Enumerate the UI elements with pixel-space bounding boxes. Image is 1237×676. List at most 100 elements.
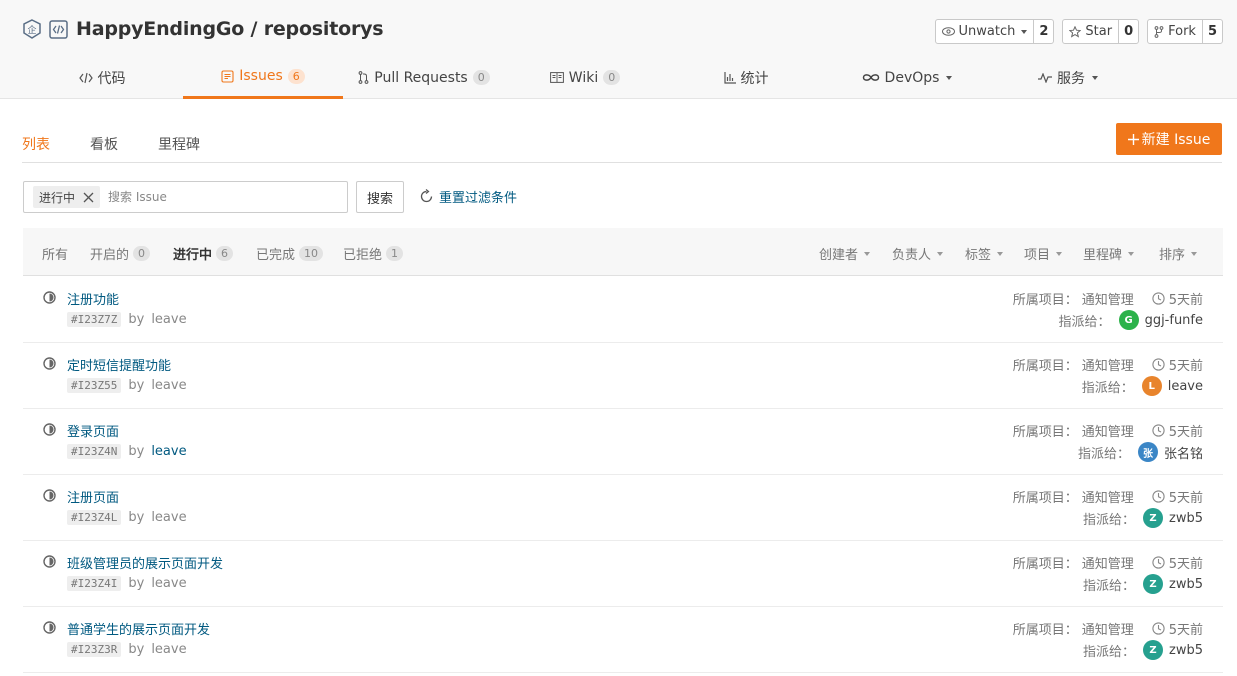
assignee-name[interactable]: leave [1168, 379, 1203, 394]
assignee-name[interactable]: 张名铭 [1164, 443, 1203, 462]
issue-assignee: 指派给： Lleave [1082, 376, 1203, 396]
filter-milestone-label: 里程碑 [1083, 248, 1123, 263]
tab-pull-requests[interactable]: Pull Requests 0 [344, 56, 504, 99]
tab-code[interactable]: 代码 [22, 56, 182, 99]
star-label-wrap: Star [1063, 20, 1120, 43]
tab-issues[interactable]: Issues 6 [183, 56, 343, 99]
issue-title[interactable]: 班级管理员的展示页面开发 [67, 553, 223, 572]
tab-services[interactable]: 服务 [988, 56, 1148, 99]
issue-project[interactable]: 通知管理 [1082, 355, 1134, 374]
issue-subnav: 列表 看板 里程碑 新建 Issue [22, 123, 1222, 163]
close-icon[interactable] [83, 192, 94, 203]
issue-title[interactable]: 普通学生的展示页面开发 [67, 619, 210, 638]
issue-row[interactable]: 登录页面 #I23Z4N by leave 所属项目： 通知管理 5天前 指派给： 张张名铭 [23, 409, 1223, 475]
issue-author[interactable]: leave [151, 444, 186, 459]
issue-project[interactable]: 通知管理 [1082, 553, 1134, 572]
fork-button[interactable]: Fork 5 [1147, 19, 1223, 44]
issue-meta: #I23Z55 by leave [67, 378, 187, 393]
avatar[interactable]: Z [1143, 574, 1164, 594]
assign-label: 指派给： [1077, 446, 1130, 462]
repo-title-row: 企 HappyEndingGo / repositorys [22, 18, 384, 40]
issue-id[interactable]: #I23Z55 [67, 378, 122, 393]
issue-id[interactable]: #I23Z7Z [67, 312, 122, 327]
repo-title[interactable]: HappyEndingGo / repositorys [76, 18, 384, 40]
issue-author[interactable]: leave [151, 642, 186, 657]
star-count[interactable]: 0 [1119, 20, 1138, 43]
issue-project-time: 所属项目： 通知管理 5天前 [1013, 355, 1203, 374]
avatar[interactable]: G [1118, 310, 1139, 330]
state-closed[interactable]: 已完成 10 [256, 244, 324, 263]
watch-count[interactable]: 2 [1034, 20, 1053, 43]
avatar[interactable]: Z [1143, 508, 1164, 528]
issue-id[interactable]: #I23Z4N [67, 444, 122, 459]
reset-filters-link[interactable]: 重置过滤条件 [419, 187, 517, 206]
new-issue-button[interactable]: 新建 Issue [1116, 123, 1222, 155]
subtab-list[interactable]: 列表 [22, 134, 50, 154]
issue-title[interactable]: 登录页面 [67, 421, 119, 440]
repo-owner[interactable]: HappyEndingGo [76, 18, 244, 40]
issue-project[interactable]: 通知管理 [1082, 289, 1134, 308]
filter-author[interactable]: 创建者 [819, 244, 871, 263]
filter-sort[interactable]: 排序 [1159, 244, 1198, 263]
state-progressing[interactable]: 进行中 6 [173, 244, 234, 263]
assignee-name[interactable]: zwb5 [1169, 511, 1203, 526]
filter-milestone[interactable]: 里程碑 [1083, 244, 1135, 263]
issue-by-label: by [128, 378, 145, 393]
assignee-name[interactable]: ggj-funfe [1145, 313, 1203, 328]
subtab-board[interactable]: 看板 [90, 134, 118, 154]
search-input[interactable] [108, 190, 289, 204]
star-label: Star [1085, 24, 1113, 39]
tab-wiki[interactable]: Wiki 0 [505, 56, 665, 99]
issue-row[interactable]: 定时短信提醒功能 #I23Z55 by leave 所属项目： 通知管理 5天前 指派给： Ll… [23, 343, 1223, 409]
filter-assignee[interactable]: 负责人 [892, 244, 944, 263]
search-button[interactable]: 搜索 [356, 181, 404, 213]
issue-row[interactable]: 注册页面 #I23Z4L by leave 所属项目： 通知管理 5天前 指派给： Zzwb5 [23, 475, 1223, 541]
state-open[interactable]: 开启的 0 [90, 244, 151, 263]
issue-title[interactable]: 注册页面 [67, 487, 119, 506]
progressing-icon [43, 489, 56, 502]
issue-author[interactable]: leave [151, 576, 186, 591]
issue-project[interactable]: 通知管理 [1082, 619, 1134, 638]
subtab-milestones[interactable]: 里程碑 [158, 134, 200, 154]
star-button[interactable]: Star 0 [1062, 19, 1140, 44]
avatar[interactable]: Z [1143, 640, 1164, 660]
filter-project[interactable]: 项目 [1024, 244, 1063, 263]
issue-author[interactable]: leave [151, 510, 186, 525]
issue-project-time: 所属项目： 通知管理 5天前 [1013, 619, 1203, 638]
issue-project[interactable]: 通知管理 [1082, 421, 1134, 440]
assignee-name[interactable]: zwb5 [1169, 643, 1203, 658]
issue-id[interactable]: #I23Z4I [67, 576, 122, 591]
chevron-down-icon [864, 251, 871, 256]
project-label: 所属项目： [1012, 293, 1078, 308]
star-icon [1069, 25, 1082, 38]
progressing-icon [43, 357, 56, 370]
fork-count[interactable]: 5 [1203, 20, 1222, 43]
issue-row[interactable]: 班级管理员的展示页面开发 #I23Z4I by leave 所属项目： 通知管理 5天前 指派… [23, 541, 1223, 607]
unwatch-button[interactable]: Unwatch 2 [934, 19, 1055, 44]
avatar[interactable]: 张 [1137, 442, 1158, 462]
issue-author[interactable]: leave [151, 312, 186, 327]
issue-project[interactable]: 通知管理 [1082, 487, 1134, 506]
issue-author[interactable]: leave [151, 378, 186, 393]
tab-stats[interactable]: 统计 [666, 56, 826, 99]
assign-label: 指派给： [1083, 578, 1136, 594]
issue-id[interactable]: #I23Z4L [67, 510, 122, 525]
issue-id[interactable]: #I23Z3R [67, 642, 122, 657]
issue-row[interactable]: 注册功能 #I23Z7Z by leave 所属项目： 通知管理 5天前 指派给： Gggj-f… [23, 277, 1223, 343]
repo-name[interactable]: repositorys [264, 18, 384, 40]
issue-search-box[interactable]: 进行中 [23, 181, 348, 213]
issue-title[interactable]: 定时短信提醒功能 [67, 355, 171, 374]
assignee-name[interactable]: zwb5 [1169, 577, 1203, 592]
issue-by-label: by [128, 312, 145, 327]
tab-devops[interactable]: DevOps [827, 56, 987, 99]
filter-label[interactable]: 标签 [965, 244, 1004, 263]
clock-icon [1152, 556, 1165, 569]
tab-stats-label: 统计 [740, 70, 769, 87]
avatar[interactable]: L [1141, 376, 1162, 396]
issue-title[interactable]: 注册功能 [67, 289, 119, 308]
project-label: 所属项目： [1012, 623, 1078, 638]
issue-by-label: by [128, 642, 145, 657]
issue-row[interactable]: 普通学生的展示页面开发 #I23Z3R by leave 所属项目： 通知管理 5天前 指派给… [23, 607, 1223, 673]
state-all[interactable]: 所有 [42, 244, 68, 263]
state-rejected[interactable]: 已拒绝 1 [343, 244, 404, 263]
